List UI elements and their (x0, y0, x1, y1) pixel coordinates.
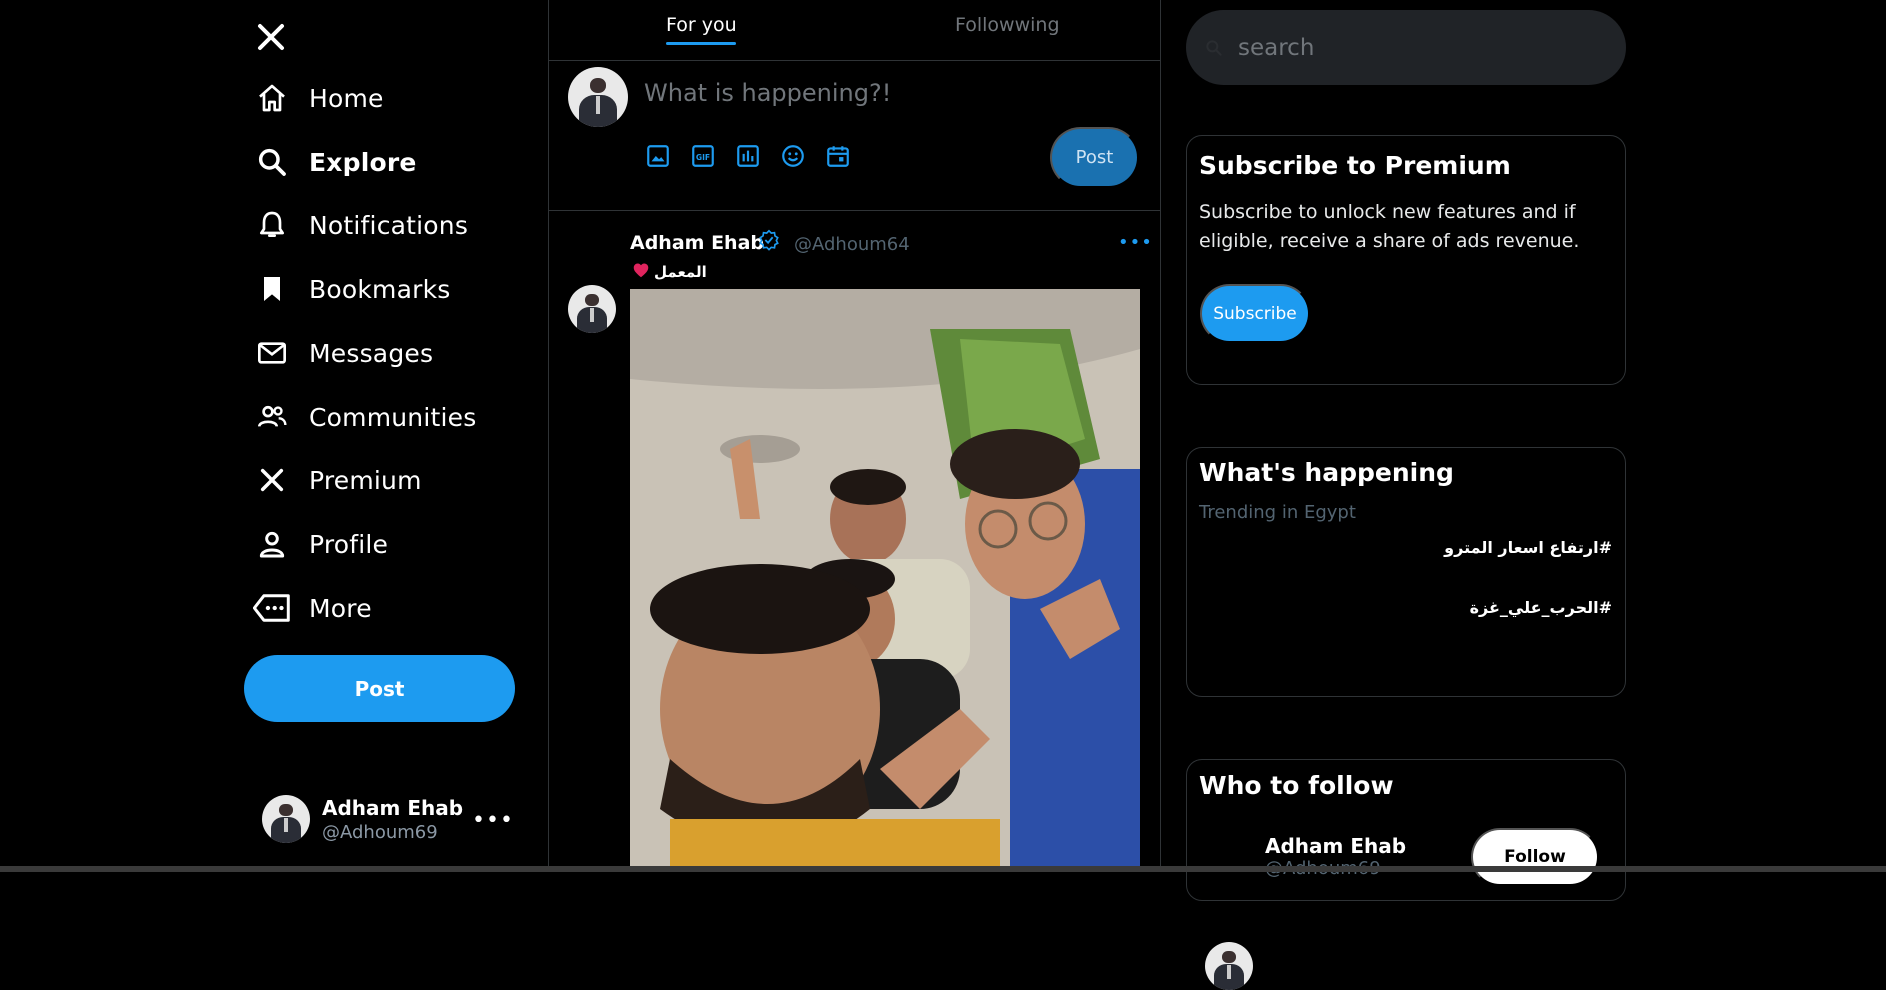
sidebar-item-label: Explore (309, 147, 417, 177)
compose-post-button[interactable]: Post (1050, 127, 1139, 188)
sidebar-item-messages[interactable]: Messages (252, 328, 433, 378)
emoji-icon[interactable] (780, 143, 806, 169)
sidebar-item-label: Communities (309, 402, 477, 432)
home-icon (252, 78, 292, 118)
sidebar-item-explore[interactable]: Explore (252, 137, 417, 187)
account-name: Adham Ehab (322, 795, 464, 820)
divider (549, 210, 1160, 211)
search-input[interactable] (1236, 33, 1600, 62)
image-icon[interactable] (645, 143, 671, 169)
tweet-more-icon[interactable]: ••• (1118, 232, 1153, 253)
person-icon (252, 524, 292, 564)
sidebar-item-premium[interactable]: Premium (252, 455, 422, 505)
trend-item[interactable]: #الحرب_علي_غزة (1192, 598, 1612, 617)
trend-item[interactable]: #ارتفاع اسعار المترو (1192, 538, 1612, 557)
search-icon (252, 142, 292, 182)
sidebar-item-label: Notifications (309, 210, 469, 240)
avatar (262, 795, 310, 843)
tab-following[interactable]: Followwing (955, 14, 1060, 36)
sidebar-item-home[interactable]: Home (252, 73, 384, 123)
bell-icon (252, 205, 292, 245)
compose-input[interactable] (642, 78, 1046, 108)
verified-badge-icon (758, 229, 780, 251)
account-switcher[interactable]: Adham Ehab @Adhoum69 (262, 795, 463, 843)
trend-location: Trending in Egypt (1199, 502, 1356, 523)
avatar[interactable] (568, 67, 628, 127)
premium-description-line: Subscribe to unlock new features and if (1199, 201, 1576, 223)
more-tag-icon (252, 588, 292, 628)
gif-icon[interactable]: GIF (690, 143, 716, 169)
column-divider (548, 0, 549, 872)
account-more-icon[interactable]: ••• (472, 808, 514, 833)
who-to-follow-title: Who to follow (1199, 771, 1394, 800)
sidebar-item-profile[interactable]: Profile (252, 519, 388, 569)
tweet-author-name[interactable]: Adham Ehab (630, 232, 764, 254)
premium-title: Subscribe to Premium (1199, 151, 1511, 180)
tweet-text-content: المعمل (654, 263, 707, 281)
search-bar[interactable] (1186, 10, 1626, 85)
post-button[interactable]: Post (244, 655, 515, 722)
people-icon (252, 397, 292, 437)
follow-button[interactable]: Follow (1471, 828, 1599, 886)
sidebar-item-communities[interactable]: Communities (252, 392, 476, 442)
mail-icon (252, 333, 292, 373)
schedule-icon[interactable] (825, 143, 851, 169)
column-divider (1160, 0, 1161, 872)
tweet-text: المعمل (632, 262, 707, 282)
sidebar-item-label: More (309, 593, 372, 623)
premium-description: Subscribe to unlock new features and if … (1199, 198, 1579, 256)
search-icon (1204, 38, 1224, 58)
avatar[interactable] (568, 285, 616, 333)
x-logo-icon (252, 460, 292, 500)
active-tab-indicator (666, 42, 736, 45)
sidebar-item-label: Home (309, 83, 384, 113)
whats-happening-title: What's happening (1199, 458, 1454, 487)
suggested-user-name[interactable]: Adham Ehab (1265, 834, 1406, 858)
sidebar-item-more[interactable]: More (252, 583, 372, 633)
heart-icon (632, 262, 650, 282)
poll-icon[interactable] (735, 143, 761, 169)
sidebar-item-bookmarks[interactable]: Bookmarks (252, 264, 450, 314)
premium-description-line: eligible, receive a share of ads revenue… (1199, 230, 1580, 252)
sidebar-item-label: Premium (309, 465, 422, 495)
tab-for-you[interactable]: For you (666, 14, 737, 36)
sidebar-item-label: Bookmarks (309, 274, 451, 304)
bookmark-icon (252, 269, 292, 309)
account-handle: @Adhoum69 (322, 821, 438, 843)
svg-text:GIF: GIF (696, 153, 710, 162)
x-logo-icon[interactable] (256, 22, 286, 52)
subscribe-button[interactable]: Subscribe (1200, 284, 1310, 343)
sidebar-item-label: Profile (309, 529, 389, 559)
tweet-author-handle[interactable]: @Adhoum64 (794, 234, 910, 255)
sidebar-item-label: Messages (309, 338, 434, 368)
taskbar-edge (0, 866, 1886, 872)
divider (549, 60, 1160, 61)
avatar[interactable] (1205, 942, 1253, 990)
sidebar-item-notifications[interactable]: Notifications (252, 200, 468, 250)
tweet-photo[interactable] (630, 289, 1140, 872)
